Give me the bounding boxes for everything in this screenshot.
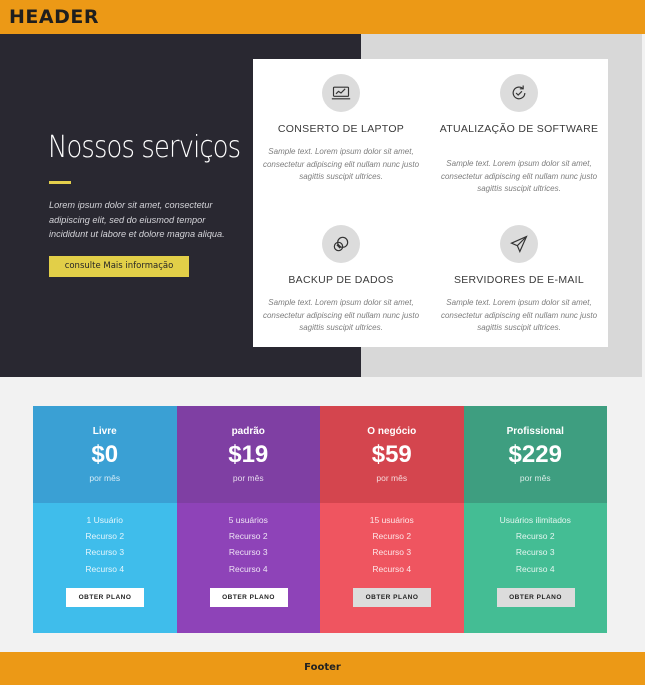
laptop-icon (322, 74, 360, 112)
coins-icon (322, 225, 360, 263)
plan-feature: Recurso 3 (372, 547, 412, 557)
plan-feature: Recurso 2 (372, 531, 412, 541)
hero-divider (49, 181, 71, 184)
plan-price: $229 (508, 441, 562, 468)
plan-features: Usuários ilimitados Recurso 2 Recurso 3 … (463, 503, 607, 633)
plan-period: por mês (89, 473, 121, 483)
plan-feature: Recurso 3 (515, 547, 555, 557)
plan-feature: Recurso 4 (228, 564, 268, 574)
plan-feature: Recurso 4 (515, 564, 555, 574)
plan-period: por mês (232, 473, 264, 483)
plan-name: Profissional (506, 426, 564, 437)
service-text: Sample text. Lorem ipsum dolor sit amet,… (262, 298, 420, 332)
plan-feature: Recurso 2 (515, 531, 555, 541)
plan-feature: Recurso 4 (372, 564, 412, 574)
plan-feature: Recurso 3 (228, 547, 268, 557)
plan-name: Livre (92, 426, 117, 437)
plan-period: por mês (519, 473, 551, 483)
service-title: BACKUP DE DADOS (288, 274, 394, 286)
plan-feature: Recurso 4 (85, 564, 125, 574)
plan-features: 15 usuários Recurso 2 Recurso 3 Recurso … (320, 503, 464, 633)
service-title: CONSERTO DE LAPTOP (277, 123, 405, 135)
pricing-table: Livre $0 por mês 1 Usuário Recurso 2 Rec… (33, 406, 607, 633)
plan-period: por mês (376, 473, 408, 483)
plan-header: O negócio $59 por mês (320, 406, 464, 503)
plan-header: Livre $0 por mês (33, 406, 177, 503)
refresh-check-icon (500, 74, 538, 112)
footer-title: Footer (304, 662, 341, 673)
plan-standard: padrão $19 por mês 5 usuários Recurso 2 … (176, 406, 320, 633)
get-plan-button-business[interactable]: OBTER PLANO (353, 588, 431, 607)
plan-business: O negócio $59 por mês 15 usuários Recurs… (320, 406, 464, 633)
plan-feature: Usuários ilimitados (499, 515, 571, 525)
service-text: Sample text. Lorem ipsum dolor sit amet,… (262, 147, 420, 181)
hero-title: Nossos serviços (48, 130, 241, 165)
plan-feature: 5 usuários (228, 515, 268, 525)
plan-header: Profissional $229 por mês (463, 406, 607, 503)
plan-features: 1 Usuário Recurso 2 Recurso 3 Recurso 4 … (33, 503, 177, 633)
hero-description: Lorem ipsum dolor sit amet, consectetur … (49, 200, 225, 239)
service-title: ATUALIZAÇÃO DE SOFTWARE (439, 123, 599, 135)
paper-plane-icon (500, 225, 538, 263)
plan-header: padrão $19 por mês (176, 406, 320, 503)
get-plan-button-free[interactable]: OBTER PLANO (66, 588, 144, 607)
plan-price: $19 (228, 441, 269, 468)
services-card: CONSERTO DE LAPTOP Sample text. Lorem ip… (253, 59, 608, 347)
header: HEADER (0, 0, 645, 34)
learn-more-button[interactable]: consulte Mais informação (49, 256, 189, 277)
plan-price: $0 (91, 441, 119, 468)
plan-feature: 15 usuários (369, 515, 414, 525)
plan-name: O negócio (367, 426, 417, 437)
plan-price: $59 (371, 441, 412, 468)
plan-name: padrão (231, 426, 265, 437)
get-plan-button-professional[interactable]: OBTER PLANO (496, 588, 575, 607)
get-plan-button-standard[interactable]: OBTER PLANO (209, 588, 288, 607)
plan-feature: Recurso 2 (228, 531, 268, 541)
service-text: Sample text. Lorem ipsum dolor sit amet,… (440, 298, 598, 332)
plan-feature: Recurso 3 (85, 547, 125, 557)
header-title: HEADER (9, 6, 99, 28)
services-hero: Nossos serviços Lorem ipsum dolor sit am… (0, 34, 645, 377)
plan-feature: Recurso 2 (85, 531, 125, 541)
plan-professional: Profissional $229 por mês Usuários ilimi… (463, 406, 607, 633)
plan-feature: 1 Usuário (86, 515, 123, 525)
service-title: SERVIDORES DE E-MAIL (453, 274, 585, 286)
plan-features: 5 usuários Recurso 2 Recurso 3 Recurso 4… (176, 503, 320, 633)
footer: Footer (0, 652, 645, 685)
service-text: Sample text. Lorem ipsum dolor sit amet,… (440, 159, 598, 193)
plan-free: Livre $0 por mês 1 Usuário Recurso 2 Rec… (33, 406, 177, 633)
